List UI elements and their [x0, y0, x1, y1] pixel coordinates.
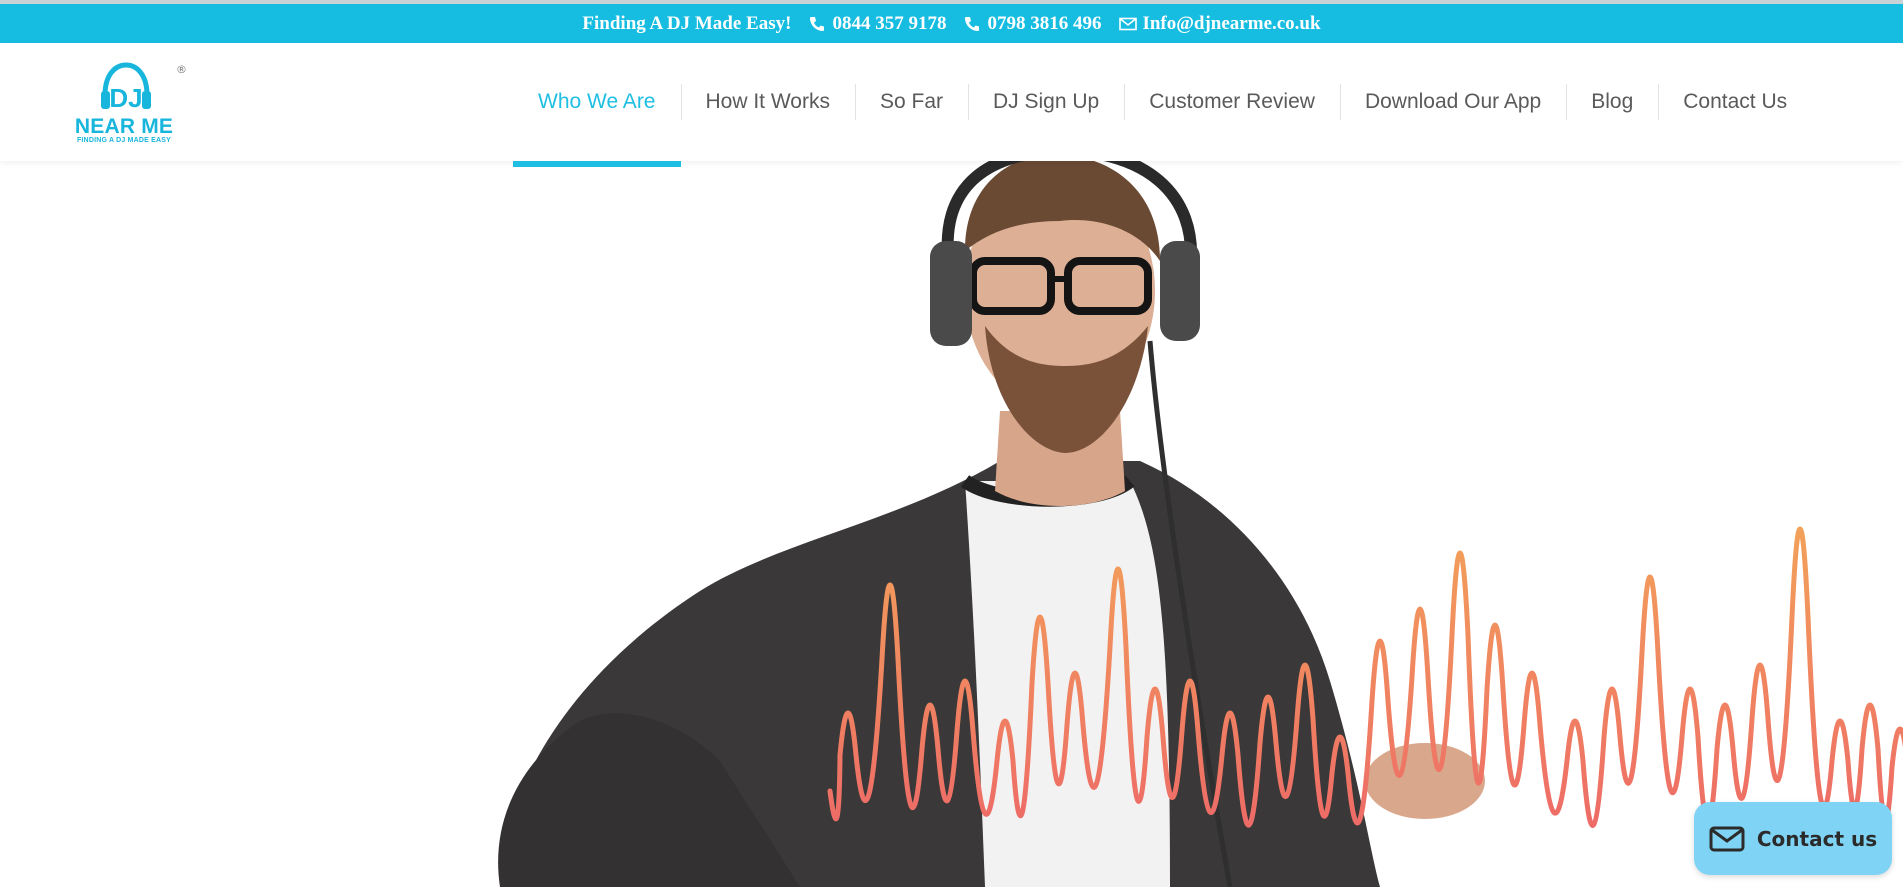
nav-customer-review[interactable]: Customer Review — [1124, 43, 1340, 161]
site-logo[interactable]: DJ ® NEAR ME FINDING A DJ MADE EASY — [64, 61, 196, 149]
headphones-logo-icon: DJ — [101, 62, 151, 113]
tagline: Finding A DJ Made Easy! — [582, 12, 792, 34]
phone-icon — [964, 16, 980, 32]
nav-contact-us[interactable]: Contact Us — [1658, 43, 1812, 161]
hero-illustration — [498, 161, 1903, 887]
contact-us-label: Contact us — [1756, 826, 1878, 851]
phone-link-1[interactable]: 0844 357 9178 — [809, 13, 946, 35]
nav-dj-sign-up[interactable]: DJ Sign Up — [968, 43, 1124, 161]
email-link[interactable]: Info@djnearme.co.uk — [1119, 13, 1321, 35]
top-info-bar: Finding A DJ Made Easy! 0844 357 9178 07… — [0, 4, 1903, 43]
logo-tagline: FINDING A DJ MADE EASY — [76, 137, 172, 144]
site-header: DJ ® NEAR ME FINDING A DJ MADE EASY Who … — [0, 43, 1903, 167]
nav-so-far[interactable]: So Far — [854, 43, 968, 161]
nav-blog[interactable]: Blog — [1566, 43, 1658, 161]
phone-link-2[interactable]: 0798 3816 496 — [964, 13, 1101, 35]
nav-who-we-are[interactable]: Who We Are — [513, 43, 681, 167]
contact-us-widget[interactable]: Contact us — [1694, 802, 1892, 875]
main-nav: Who We Are How It Works So Far DJ Sign U… — [513, 43, 1812, 167]
logo-name: NEAR ME — [74, 115, 174, 138]
nav-download-our-app[interactable]: Download Our App — [1339, 43, 1566, 161]
nav-how-it-works[interactable]: How It Works — [680, 43, 855, 161]
phone-icon — [809, 16, 825, 32]
registered-mark: ® — [176, 63, 187, 76]
envelope-icon — [1119, 16, 1138, 32]
svg-text:DJ: DJ — [109, 83, 142, 113]
envelope-icon — [1709, 826, 1745, 851]
dj-person-photo — [498, 161, 1485, 887]
hero-banner — [0, 161, 1903, 887]
